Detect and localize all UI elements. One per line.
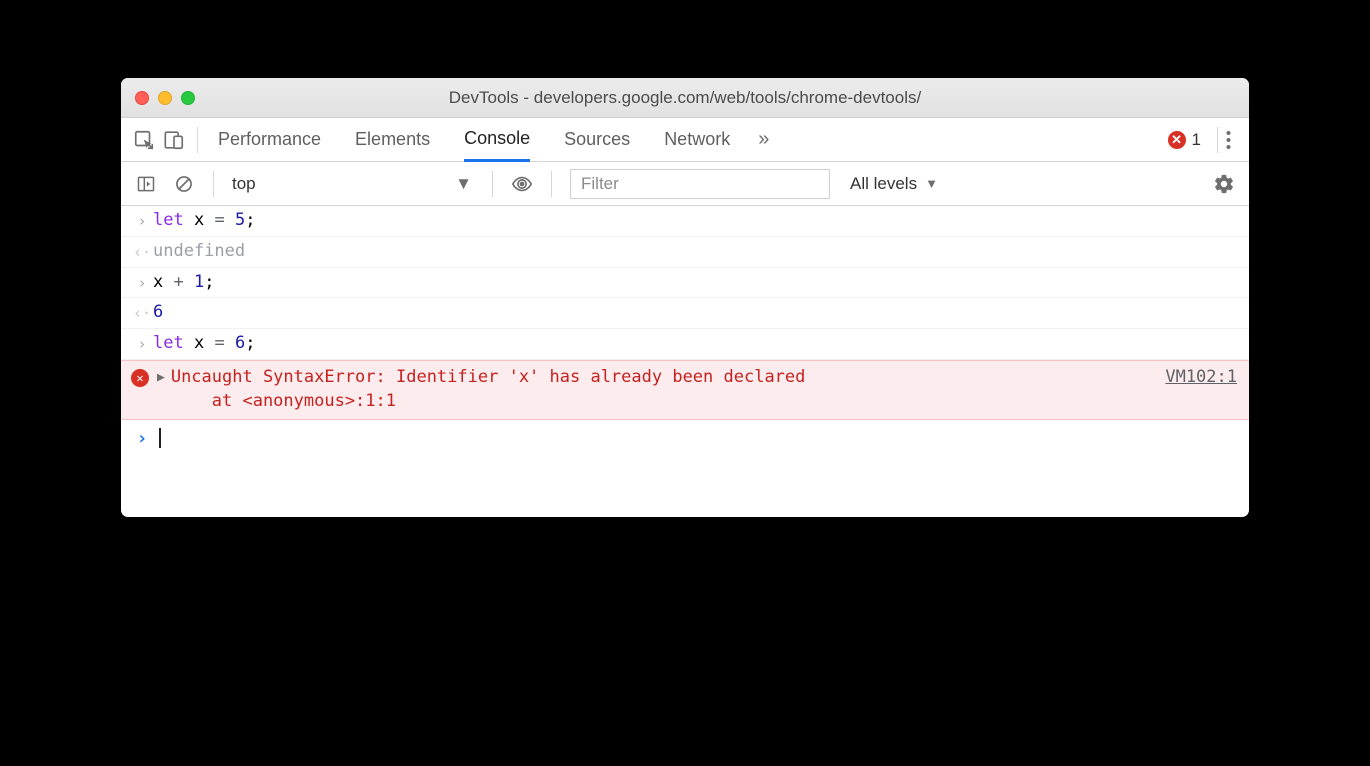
console-result-row: ‹·undefined bbox=[121, 237, 1249, 268]
window-title: DevTools - developers.google.com/web/too… bbox=[121, 88, 1249, 108]
divider bbox=[492, 171, 493, 197]
divider bbox=[213, 171, 214, 197]
console-input-code: let x = 6; bbox=[153, 332, 1237, 356]
console-input-row: ›let x = 5; bbox=[121, 206, 1249, 237]
console-output[interactable]: ›let x = 5;‹·undefined›x + 1;‹·6›let x =… bbox=[121, 206, 1249, 517]
devtools-window: DevTools - developers.google.com/web/too… bbox=[121, 78, 1249, 517]
clear-console-icon[interactable] bbox=[169, 169, 199, 199]
toggle-sidebar-icon[interactable] bbox=[131, 169, 161, 199]
console-input-row: ›x + 1; bbox=[121, 268, 1249, 299]
console-result-value: undefined bbox=[153, 240, 1237, 264]
error-source-link[interactable]: VM102:1 bbox=[1165, 366, 1237, 390]
tab-console[interactable]: Console bbox=[464, 118, 530, 162]
tab-elements[interactable]: Elements bbox=[355, 118, 430, 162]
toggle-device-toolbar-icon[interactable] bbox=[159, 125, 189, 155]
text-cursor bbox=[159, 428, 161, 448]
error-count: 1 bbox=[1192, 130, 1201, 150]
prompt-icon: › bbox=[131, 426, 153, 451]
filter-input[interactable] bbox=[570, 169, 830, 199]
input-prompt-icon: › bbox=[131, 209, 153, 232]
traffic-lights bbox=[135, 91, 195, 105]
log-levels-selector[interactable]: All levels ▼ bbox=[850, 174, 938, 194]
result-arrow-icon: ‹· bbox=[131, 240, 153, 263]
console-settings-icon[interactable] bbox=[1209, 169, 1239, 199]
inspect-element-icon[interactable] bbox=[129, 125, 159, 155]
error-icon: ✕ bbox=[131, 369, 149, 387]
chevron-down-icon: ▼ bbox=[925, 176, 938, 191]
error-badge[interactable]: ✕ 1 bbox=[1168, 130, 1201, 150]
error-message: Uncaught SyntaxError: Identifier 'x' has… bbox=[171, 366, 1146, 414]
context-selector[interactable]: top ▼ bbox=[228, 169, 478, 199]
console-toolbar: top ▼ All levels ▼ bbox=[121, 162, 1249, 206]
divider bbox=[551, 171, 552, 197]
console-result-row: ‹·6 bbox=[121, 298, 1249, 329]
tab-sources[interactable]: Sources bbox=[564, 118, 630, 162]
console-input-code: let x = 5; bbox=[153, 209, 1237, 233]
console-prompt[interactable]: › bbox=[121, 420, 1249, 457]
live-expression-icon[interactable] bbox=[507, 169, 537, 199]
titlebar: DevTools - developers.google.com/web/too… bbox=[121, 78, 1249, 118]
input-prompt-icon: › bbox=[131, 271, 153, 294]
console-result-value: 6 bbox=[153, 301, 1237, 325]
context-selector-label: top bbox=[232, 174, 256, 194]
divider bbox=[197, 127, 198, 153]
zoom-window-button[interactable] bbox=[181, 91, 195, 105]
console-input-row: ›let x = 6; bbox=[121, 329, 1249, 360]
tab-network[interactable]: Network bbox=[664, 118, 730, 162]
overflow-tabs-button[interactable]: » bbox=[758, 128, 769, 151]
minimize-window-button[interactable] bbox=[158, 91, 172, 105]
console-input-code: x + 1; bbox=[153, 271, 1237, 295]
log-levels-label: All levels bbox=[850, 174, 917, 194]
close-window-button[interactable] bbox=[135, 91, 149, 105]
tab-performance[interactable]: Performance bbox=[218, 118, 321, 162]
error-icon: ✕ bbox=[1168, 131, 1186, 149]
panel-tabs: Performance Elements Console Sources Network bbox=[218, 118, 730, 162]
result-arrow-icon: ‹· bbox=[131, 301, 153, 324]
console-error-row: ✕ ▶ Uncaught SyntaxError: Identifier 'x' h… bbox=[121, 360, 1249, 420]
expand-error-icon[interactable]: ▶ bbox=[157, 369, 165, 387]
more-options-button[interactable] bbox=[1217, 127, 1239, 153]
input-prompt-icon: › bbox=[131, 332, 153, 355]
chevron-down-icon: ▼ bbox=[455, 174, 472, 194]
panel-tabs-row: Performance Elements Console Sources Network… bbox=[121, 118, 1249, 162]
